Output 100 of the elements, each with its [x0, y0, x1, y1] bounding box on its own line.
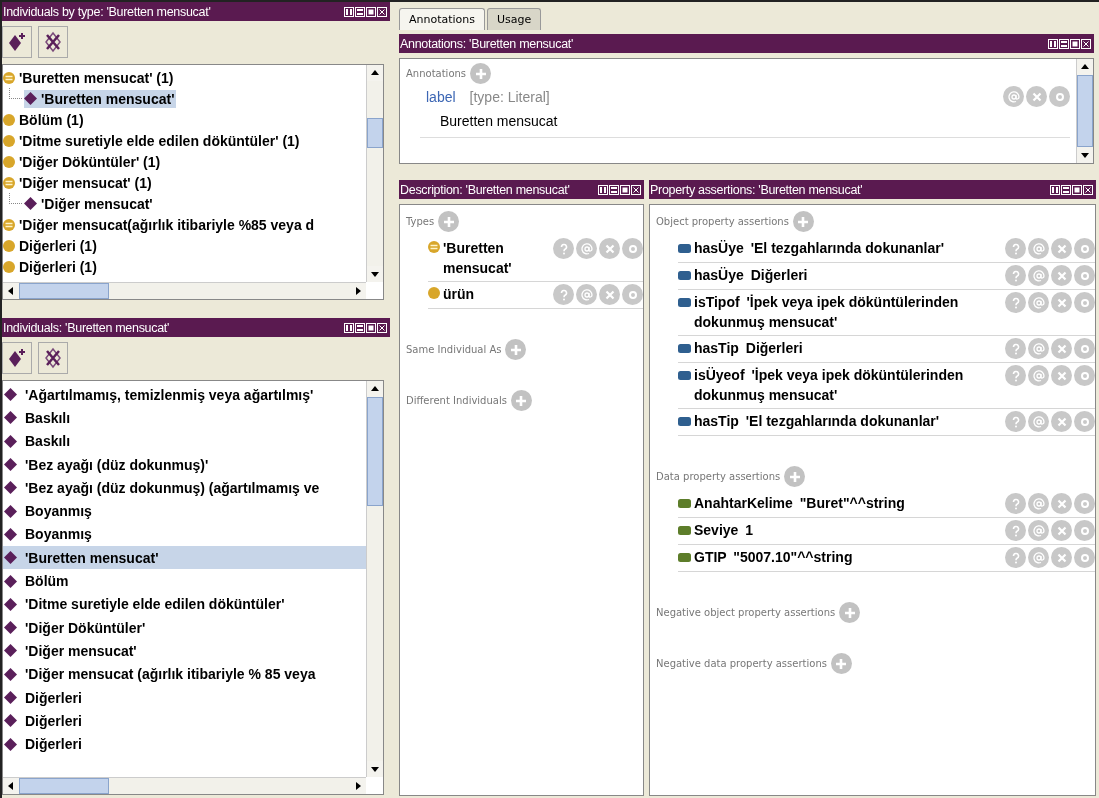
vertical-scrollbar[interactable] [366, 381, 383, 777]
annotate-button[interactable] [1028, 411, 1049, 432]
add-button[interactable] [510, 390, 532, 411]
split-view-icon[interactable] [1048, 38, 1058, 49]
list-item[interactable]: Diğerleri [3, 709, 366, 733]
explain-button[interactable] [1005, 547, 1026, 568]
annotate-button[interactable] [1028, 547, 1049, 568]
vertical-scrollbar[interactable] [1076, 59, 1093, 163]
tree-item[interactable]: Diğerleri (1) [3, 236, 99, 255]
close-icon[interactable] [377, 322, 387, 333]
explain-button[interactable] [1005, 520, 1026, 541]
explain-button[interactable] [553, 284, 574, 305]
explain-button[interactable] [1005, 265, 1026, 286]
minimize-icon[interactable] [609, 184, 619, 195]
explain-button[interactable] [1005, 338, 1026, 359]
scroll-left-icon[interactable] [3, 283, 19, 299]
add-individual-button[interactable] [2, 26, 32, 58]
vertical-scrollbar[interactable] [366, 65, 383, 282]
maximize-icon[interactable] [1072, 184, 1082, 195]
tree-item[interactable]: 'Diğer mensucat' [24, 194, 155, 213]
scroll-right-icon[interactable] [350, 283, 366, 299]
scroll-up-icon[interactable] [1077, 59, 1093, 75]
explain-button[interactable] [1005, 238, 1026, 259]
list-item[interactable]: 'Diğer mensucat' [3, 639, 366, 663]
add-button[interactable] [438, 211, 460, 232]
horizontal-scrollbar[interactable] [3, 282, 366, 299]
split-view-icon[interactable] [1050, 184, 1060, 195]
edit-button[interactable] [1074, 265, 1095, 286]
explain-button[interactable] [1005, 411, 1026, 432]
annotate-button[interactable] [1028, 520, 1049, 541]
tree-item[interactable]: 'Diğer Döküntüler' (1) [3, 152, 163, 171]
minimize-icon[interactable] [1061, 184, 1071, 195]
edit-button[interactable] [1074, 238, 1095, 259]
list-item[interactable]: Diğerleri [3, 685, 366, 710]
tab[interactable]: Usage [487, 8, 542, 30]
list-item[interactable]: Diğerleri [3, 732, 366, 756]
add-button[interactable] [505, 339, 527, 360]
assertion-text[interactable]: hasTip 'El tezgahlarında dokunanlar' [694, 411, 940, 431]
tree-item[interactable]: Bölüm (1) [3, 110, 86, 129]
maximize-icon[interactable] [366, 6, 376, 17]
annotate-button[interactable] [576, 238, 597, 259]
list-item[interactable]: 'Bez ayağı (düz dokunmuş)' [3, 452, 366, 477]
delete-button[interactable] [1051, 520, 1072, 541]
assertion-text[interactable]: AnahtarKelime "Buret"^^string [694, 493, 905, 513]
annotate-button[interactable] [1003, 86, 1024, 107]
add-button[interactable] [830, 653, 852, 674]
tree-item[interactable]: 'Diğer mensucat(ağırlık itibariyle %85 veya d [3, 215, 317, 234]
split-view-icon[interactable] [344, 6, 354, 17]
delete-button[interactable] [599, 238, 620, 259]
tree-item[interactable]: 'Ditme suretiyle elde edilen döküntüler' (1) [3, 131, 302, 150]
edit-button[interactable] [1074, 520, 1095, 541]
add-button[interactable] [784, 466, 806, 487]
explain-button[interactable] [1005, 292, 1026, 313]
type-label[interactable]: ürün [443, 284, 533, 304]
annotate-button[interactable] [1028, 265, 1049, 286]
list-item[interactable]: Boyanmış [3, 522, 366, 547]
list-item[interactable]: 'Buretten mensucat' [3, 546, 366, 570]
add-button[interactable] [470, 63, 492, 84]
add-button[interactable] [839, 602, 861, 623]
scrollbar-thumb[interactable] [367, 397, 383, 507]
maximize-icon[interactable] [1070, 38, 1080, 49]
list-item[interactable]: 'Diğer Döküntüler' [3, 615, 366, 640]
scroll-up-icon[interactable] [367, 381, 383, 397]
scrollbar-thumb[interactable] [367, 118, 383, 148]
assertion-text[interactable]: isÜyeof 'İpek veya ipek döküntülerinden dokunmuş mensucat' [694, 365, 999, 405]
annotate-button[interactable] [1028, 365, 1049, 386]
scrollbar-thumb[interactable] [19, 283, 109, 299]
list-item[interactable]: 'Ditme suretiyle elde edilen döküntüler' [3, 592, 366, 616]
add-button[interactable] [792, 211, 814, 232]
edit-button[interactable] [1074, 338, 1095, 359]
close-icon[interactable] [377, 6, 387, 17]
delete-button[interactable] [599, 284, 620, 305]
scroll-up-icon[interactable] [367, 65, 383, 81]
tree-item[interactable]: 'Buretten mensucat' (1) [3, 68, 176, 87]
edit-button[interactable] [1074, 365, 1095, 386]
edit-button[interactable] [622, 284, 643, 305]
explain-button[interactable] [1005, 493, 1026, 514]
maximize-icon[interactable] [366, 322, 376, 333]
list-item[interactable]: Baskılı [3, 406, 366, 430]
type-label[interactable]: 'Buretten mensucat' [443, 238, 533, 278]
annotate-button[interactable] [1028, 338, 1049, 359]
annotation-property[interactable]: label [426, 88, 456, 105]
list-item[interactable]: 'Bez ayağı (düz dokunmuş) (ağartılmamış ve [3, 476, 366, 500]
horizontal-scrollbar[interactable] [3, 777, 366, 794]
delete-button[interactable] [1026, 86, 1047, 107]
delete-individual-button[interactable] [38, 26, 68, 58]
scrollbar-thumb[interactable] [19, 778, 109, 794]
edit-button[interactable] [1049, 86, 1070, 107]
scroll-down-icon[interactable] [1077, 147, 1093, 163]
list-item[interactable]: 'Diğer mensucat (ağırlık itibariyle % 85 veya [3, 662, 366, 686]
delete-button[interactable] [1051, 493, 1072, 514]
explain-button[interactable] [1005, 365, 1026, 386]
assertion-text[interactable]: GTIP "5007.10"^^string [694, 547, 853, 567]
close-icon[interactable] [631, 184, 641, 195]
add-individual-button[interactable] [2, 342, 32, 374]
edit-button[interactable] [1074, 292, 1095, 313]
delete-button[interactable] [1051, 547, 1072, 568]
annotate-button[interactable] [1028, 238, 1049, 259]
scroll-down-icon[interactable] [367, 761, 383, 777]
assertion-text[interactable]: hasTip Diğerleri [694, 338, 803, 358]
